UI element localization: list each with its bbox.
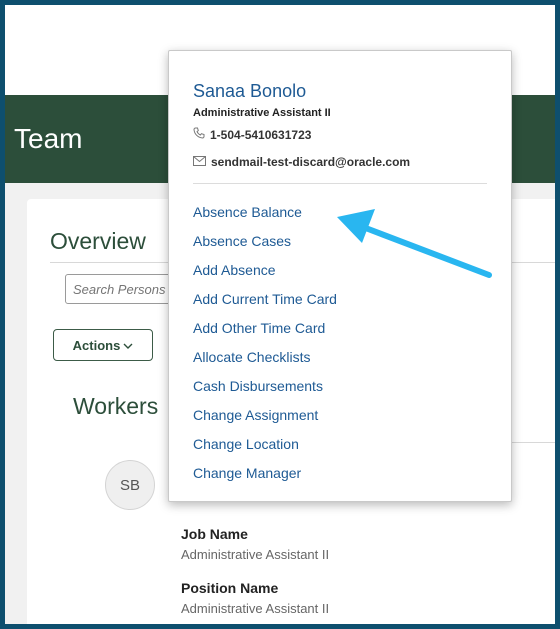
email-address: sendmail-test-discard@oracle.com xyxy=(211,155,411,169)
person-role: Administrative Assistant II xyxy=(193,107,331,119)
actions-label: Actions xyxy=(72,337,121,353)
app-frame: Team Overview Actions Workers SB Job Nam… xyxy=(5,5,555,624)
overview-heading: Overview xyxy=(50,228,146,254)
menu-item-change-location[interactable]: Change Location xyxy=(193,430,337,459)
person-popup: Sanaa Bonolo Administrative Assistant II… xyxy=(168,50,512,502)
envelope-icon xyxy=(193,155,206,169)
menu-item-absence-cases[interactable]: Absence Cases xyxy=(193,227,337,256)
menu-item-add-absence[interactable]: Add Absence xyxy=(193,256,337,285)
workers-heading: Workers xyxy=(73,393,159,419)
phone-icon xyxy=(193,127,205,142)
phone-number: 1-504-5410631723 xyxy=(210,127,312,142)
popup-divider xyxy=(193,183,487,184)
menu-item-absence-balance[interactable]: Absence Balance xyxy=(193,198,337,227)
menu-item-add-current-time-card[interactable]: Add Current Time Card xyxy=(193,285,337,314)
chevron-down-icon xyxy=(123,338,133,353)
avatar[interactable]: SB xyxy=(105,460,155,510)
menu-item-allocate-checklists[interactable]: Allocate Checklists xyxy=(193,343,337,372)
menu-item-change-manager[interactable]: Change Manager xyxy=(193,459,337,488)
person-name-link[interactable]: Sanaa Bonolo xyxy=(193,81,306,102)
phone-row[interactable]: 1-504-5410631723 xyxy=(193,127,311,142)
job-name-value: Administrative Assistant II xyxy=(181,547,330,562)
menu-item-cash-disbursements[interactable]: Cash Disbursements xyxy=(193,372,337,401)
actions-button[interactable]: Actions xyxy=(53,329,153,361)
position-name-label: Position Name xyxy=(181,580,279,596)
avatar-initials: SB xyxy=(119,476,140,494)
position-name-value: Administrative Assistant II xyxy=(181,601,330,616)
menu-item-add-other-time-card[interactable]: Add Other Time Card xyxy=(193,314,337,343)
menu-item-change-assignment[interactable]: Change Assignment xyxy=(193,401,337,430)
email-row[interactable]: sendmail-test-discard@oracle.com xyxy=(193,155,410,169)
page-title: Team xyxy=(14,123,83,154)
job-name-label: Job Name xyxy=(181,526,248,542)
actions-menu: Absence Balance Absence Cases Add Absenc… xyxy=(193,198,337,488)
search-persons-input[interactable] xyxy=(65,274,185,304)
